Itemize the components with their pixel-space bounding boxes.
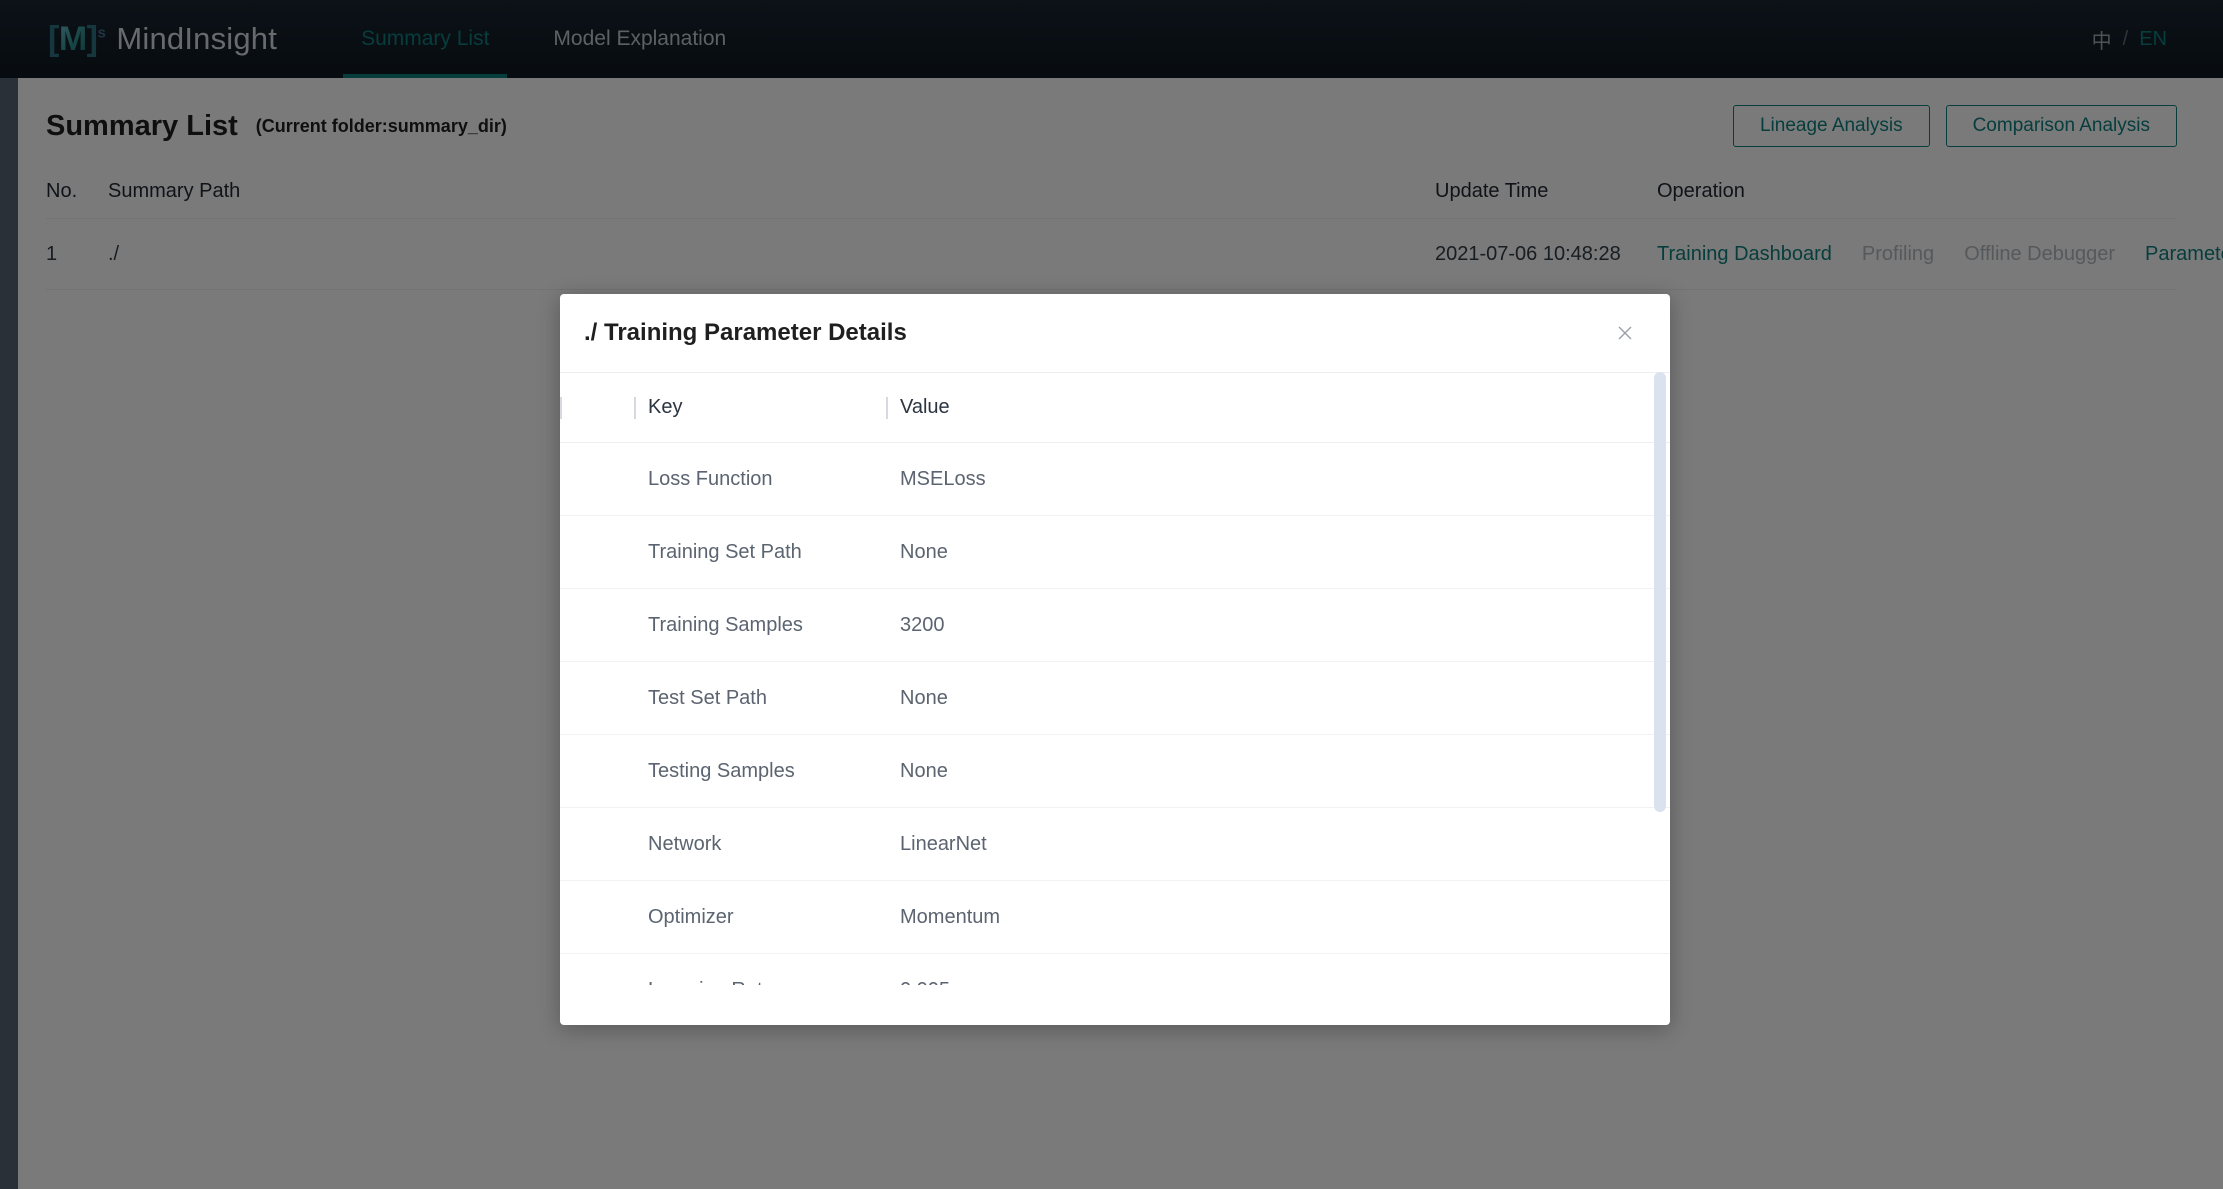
row-spacer: [560, 953, 634, 985]
dialog-title: ./ Training Parameter Details: [584, 319, 907, 346]
cell-value: 0.005: [886, 953, 1670, 985]
row-spacer: [560, 442, 634, 516]
cell-key: Optimizer: [634, 880, 886, 954]
header-spacer: [560, 372, 634, 443]
column-header-key: Key: [634, 372, 886, 443]
cell-value: MSELoss: [886, 442, 1670, 516]
cell-value: Momentum: [886, 880, 1670, 954]
table-row: Training Set Path None: [560, 515, 1670, 589]
cell-value: None: [886, 661, 1670, 735]
parameter-table-body: Loss Function MSELoss Training Set Path Non…: [560, 442, 1670, 985]
cell-key: Learning Rate: [634, 953, 886, 985]
cell-key: Loss Function: [634, 442, 886, 516]
dialog-scrollbar[interactable]: [1654, 372, 1666, 985]
row-spacer: [560, 807, 634, 881]
row-spacer: [560, 661, 634, 735]
column-header-value: Value: [886, 372, 1670, 443]
cell-key: Network: [634, 807, 886, 881]
dialog-scrollbar-thumb[interactable]: [1654, 372, 1666, 812]
row-spacer: [560, 588, 634, 662]
row-spacer: [560, 880, 634, 954]
dialog-header: ./ Training Parameter Details: [560, 294, 1670, 372]
table-row: Training Samples 3200: [560, 588, 1670, 662]
row-spacer: [560, 515, 634, 589]
parameter-table-header-row: Key Value: [560, 372, 1670, 443]
cell-key: Test Set Path: [634, 661, 886, 735]
cell-value: None: [886, 515, 1670, 589]
close-icon[interactable]: [1610, 318, 1640, 348]
table-row: Test Set Path None: [560, 661, 1670, 735]
table-row: Optimizer Momentum: [560, 880, 1670, 954]
cell-key: Training Samples: [634, 588, 886, 662]
cell-key: Testing Samples: [634, 734, 886, 808]
cell-key: Training Set Path: [634, 515, 886, 589]
cell-value: LinearNet: [886, 807, 1670, 881]
row-spacer: [560, 734, 634, 808]
parameter-details-table: Key Value Loss Function MSELoss Training S…: [560, 372, 1670, 985]
table-row: Testing Samples None: [560, 734, 1670, 808]
table-row: Learning Rate0.005: [560, 953, 1670, 985]
cell-value: None: [886, 734, 1670, 808]
dialog-body: Key Value Loss Function MSELoss Training S…: [560, 372, 1670, 985]
training-parameter-details-dialog: ./ Training Parameter Details Key Value …: [560, 294, 1670, 1025]
table-row: Network LinearNet: [560, 807, 1670, 881]
parameter-table-head: Key Value: [560, 372, 1670, 443]
left-rail: [0, 78, 18, 1189]
cell-value: 3200: [886, 588, 1670, 662]
table-row: Loss Function MSELoss: [560, 442, 1670, 516]
